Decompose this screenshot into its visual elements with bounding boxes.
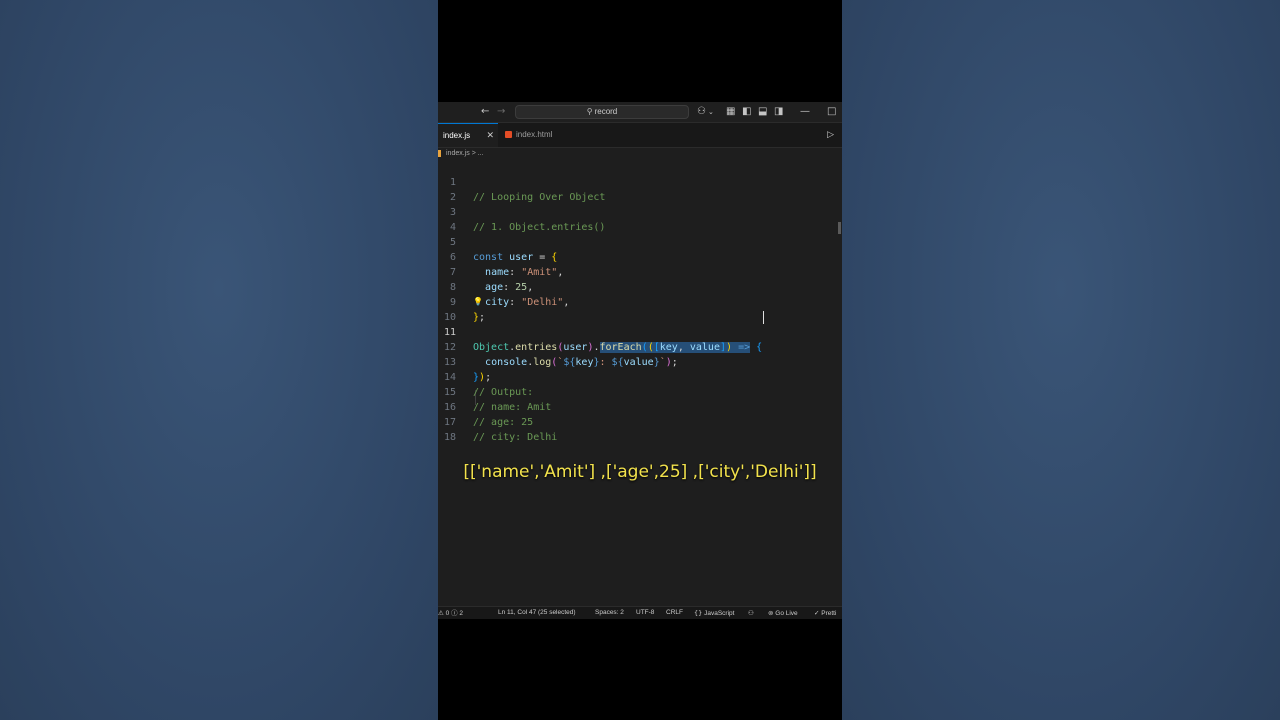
code-line: 12 console.log(`${key}: ${value}`); <box>438 325 842 368</box>
customize-layout-icon[interactable]: ▦ <box>726 105 735 119</box>
indentation[interactable]: Spaces: 2 <box>595 607 624 619</box>
check-icon: ✓ <box>814 609 820 617</box>
copilot-status-icon[interactable]: ⚇ <box>748 607 754 619</box>
prettier-status[interactable]: ✓ Pretti <box>814 607 836 620</box>
toggle-secondary-sidebar-icon[interactable]: ◨ <box>774 105 783 119</box>
vscode-window: ← → ⚲ record ⚇ ⌄ ▦ ◧ ⬓ ◨ — □ index.js ✕ i… <box>438 102 842 619</box>
backdrop-right <box>842 0 1280 720</box>
toggle-sidebar-icon[interactable]: ◧ <box>742 105 751 119</box>
cursor-position[interactable]: Ln 11, Col 47 (25 selected) <box>498 607 576 619</box>
minimize-icon[interactable]: — <box>800 105 810 119</box>
tab-label: index.js <box>443 131 471 140</box>
code-line: 4 <box>438 205 842 233</box>
search-text: record <box>594 107 618 116</box>
breadcrumb-file[interactable]: index.js <box>446 150 470 157</box>
close-icon[interactable]: ✕ <box>486 124 494 148</box>
code-line: 7 age: 25, <box>438 250 842 293</box>
problems-indicator[interactable]: ⚠ 0 ⓘ 2 <box>438 607 463 620</box>
run-icon[interactable]: ▷ <box>827 123 834 147</box>
code-line: 6 name: "Amit", <box>438 235 842 278</box>
prettier-label: Pretti <box>821 610 837 617</box>
warnings-count: 2 <box>459 610 464 617</box>
braces-icon: {} <box>694 609 703 617</box>
code-line: 9 }; <box>438 280 842 323</box>
code-line: 18 <box>438 415 842 443</box>
encoding[interactable]: UTF-8 <box>636 607 654 619</box>
code-line: 8 city: "Delhi", <box>438 265 842 308</box>
chevron-down-icon[interactable]: ⌄ <box>708 105 714 119</box>
tab-bar: index.js ✕ index.html ▷ <box>438 123 842 148</box>
errors-count: 0 <box>445 610 450 617</box>
breadcrumb-separator: > <box>471 150 476 157</box>
maximize-icon[interactable]: □ <box>827 105 836 119</box>
language-label: JavaScript <box>704 610 735 617</box>
title-bar: ← → ⚲ record ⚇ ⌄ ▦ ◧ ⬓ ◨ — □ <box>438 102 842 123</box>
code-line: 10 💡 <box>438 295 842 323</box>
command-center-search[interactable]: ⚲ record <box>515 105 689 119</box>
tab-label: index.html <box>516 130 553 139</box>
html5-icon <box>505 131 512 138</box>
code-line: 2 <box>438 175 842 203</box>
video-caption: [['name','Amit'] ,['age',25] ,['city','D… <box>463 462 817 482</box>
code-line: 15 // name: Amit <box>438 370 842 413</box>
error-icon: ⓘ <box>451 609 458 617</box>
copilot-icon[interactable]: ⚇ <box>697 105 706 119</box>
code-line: 5 const user = { <box>438 220 842 263</box>
code-line-current: 11 Object.entries(user).forEach(([key, v… <box>438 310 842 353</box>
text-cursor <box>763 311 764 324</box>
code-line: 13 }); <box>438 340 842 383</box>
line-number: 18 <box>443 432 456 443</box>
status-bar: ⚠ 0 ⓘ 2 Ln 11, Col 47 (25 selected) Spac… <box>438 606 842 619</box>
breadcrumb-more[interactable]: ... <box>478 150 484 157</box>
language-mode[interactable]: {} JavaScript <box>694 607 734 620</box>
backdrop-left <box>0 0 438 720</box>
breadcrumb: index.js > ... <box>438 148 842 160</box>
line-ending[interactable]: CRLF <box>666 607 683 619</box>
back-arrow-icon[interactable]: ← <box>481 105 489 119</box>
go-live-button[interactable]: ⊚ Go Live <box>768 607 798 620</box>
code-line: 16 // age: 25 <box>438 385 842 428</box>
code-line: 1 // Looping Over Object <box>438 160 842 203</box>
warning-icon: ⚠ <box>438 609 444 617</box>
lightbulb-icon[interactable]: 💡 <box>473 297 483 307</box>
go-live-label: Go Live <box>775 610 798 617</box>
video-frame: ← → ⚲ record ⚇ ⌄ ▦ ◧ ⬓ ◨ — □ index.js ✕ i… <box>438 0 842 720</box>
code-editor[interactable]: 1 // Looping Over Object 2 3 // 1. Objec… <box>438 160 842 443</box>
code-line: 17 // city: Delhi <box>438 400 842 443</box>
tab-index-html[interactable]: index.html <box>500 123 580 147</box>
search-icon: ⚲ <box>586 107 593 116</box>
forward-arrow-icon[interactable]: → <box>497 105 505 119</box>
toggle-panel-icon[interactable]: ⬓ <box>758 105 767 119</box>
broadcast-icon: ⊚ <box>768 609 774 617</box>
modified-marker <box>438 150 441 157</box>
code-line: 3 // 1. Object.entries() <box>438 190 842 233</box>
tab-index-js[interactable]: index.js ✕ <box>438 123 498 147</box>
code-line: 14 // Output: <box>438 355 842 398</box>
